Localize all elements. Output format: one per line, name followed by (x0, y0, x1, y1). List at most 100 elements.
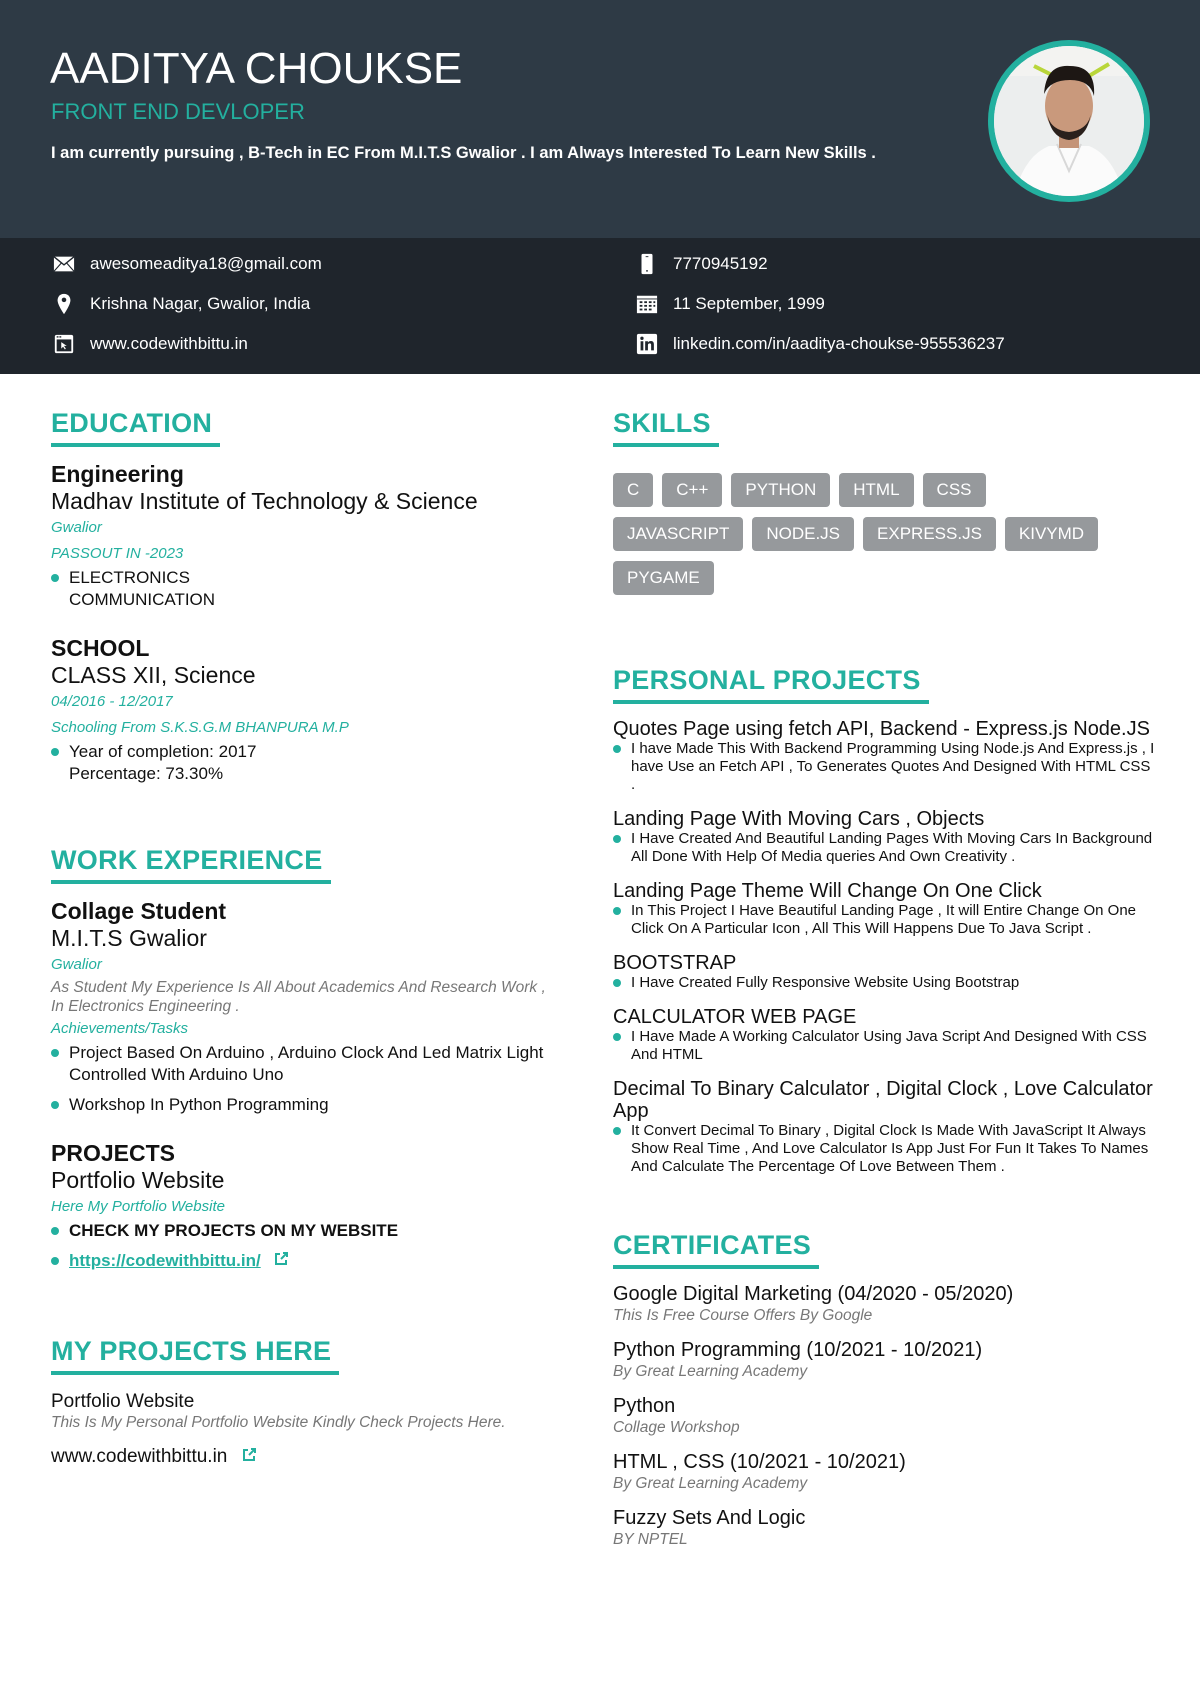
phone-icon (635, 253, 659, 275)
skill-tag: KIVYMD (1004, 517, 1099, 551)
browser-icon (52, 333, 76, 355)
project-item: Landing Page Theme Will Change On One Cl… (613, 880, 1158, 938)
certificates-section: CERTIFICATES Google Digital Marketing (0… (613, 1176, 1158, 1549)
my-projects-section: MY PROJECTS HERE Portfolio Website This … (51, 1272, 551, 1468)
degree: Engineering (51, 461, 184, 487)
header: AADITYA CHOUKSE FRONT END DEVLOPER I am … (0, 0, 1200, 238)
skill-tag: C (613, 473, 654, 507)
certificates-list: Google Digital Marketing (04/2020 - 05/2… (613, 1283, 1158, 1549)
contact-phone[interactable]: 7770945192 (635, 253, 768, 275)
task-item: Workshop In Python Programming (51, 1094, 551, 1116)
work-entry: Collage Student M.I.T.S Gwalior Gwalior … (51, 898, 551, 1116)
skill-tag: NODE.JS (752, 517, 855, 551)
project-title: Landing Page Theme Will Change On One Cl… (613, 880, 1042, 902)
degree: SCHOOL (51, 635, 150, 661)
institution: CLASS XII, Science (51, 662, 256, 688)
project-link-row: www.codewithbittu.in (51, 1446, 551, 1468)
personal-projects-section: PERSONAL PROJECTS Quotes Page using fetc… (613, 605, 1158, 1176)
certificate-issuer: Collage Workshop (613, 1419, 740, 1436)
work-entry: PROJECTS Portfolio Website Here My Portf… (51, 1140, 551, 1272)
certificate-title: Python (613, 1395, 676, 1417)
person-photo-icon (994, 46, 1144, 196)
bullet-item: CHECK MY PROJECTS ON MY WEBSITE (51, 1220, 551, 1242)
project-title: Landing Page With Moving Cars , Objects (613, 808, 985, 830)
profile-photo (988, 40, 1150, 202)
project-description: I Have Created And Beautiful Landing Pag… (613, 830, 1158, 866)
project-item: BOOTSTRAP I Have Created Fully Responsiv… (613, 952, 1158, 992)
certificate-issuer: BY NPTEL (613, 1531, 688, 1548)
education-section: EDUCATION Engineering Madhav Institute o… (51, 374, 551, 785)
project-name: Portfolio Website (51, 1391, 195, 1412)
certificate-issuer: This Is Free Course Offers By Google (613, 1307, 873, 1324)
project-description: In This Project I Have Beautiful Landing… (613, 902, 1158, 938)
contact-location: Krishna Nagar, Gwalior, India (52, 293, 310, 315)
project-description: I have Made This With Backend Programmin… (613, 740, 1158, 794)
institution: Madhav Institute of Technology & Science (51, 488, 478, 514)
contact-email[interactable]: awesomeaditya18@gmail.com (52, 253, 322, 275)
envelope-icon (52, 253, 76, 275)
education-heading: EDUCATION (51, 408, 221, 447)
date: 04/2016 - 12/2017 (51, 693, 173, 710)
contact-bar: awesomeaditya18@gmail.com Krishna Nagar,… (0, 238, 1200, 374)
task-item: Project Based On Arduino , Arduino Clock… (51, 1042, 551, 1086)
project-description: It Convert Decimal To Binary , Digital C… (613, 1122, 1158, 1176)
candidate-name: AADITYA CHOUKSE (50, 44, 463, 93)
contact-website[interactable]: www.codewithbittu.in (52, 333, 248, 355)
bullet-item: Year of completion: 2017 Percentage: 73.… (51, 741, 551, 785)
note: Schooling From S.K.S.G.M BHANPURA M.P (51, 719, 349, 736)
project-item: CALCULATOR WEB PAGE I Have Made A Workin… (613, 1006, 1158, 1064)
map-pin-icon (52, 293, 76, 315)
project-description: This Is My Personal Portfolio Website Ki… (51, 1414, 506, 1431)
project-item: Landing Page With Moving Cars , Objects … (613, 808, 1158, 866)
left-column: EDUCATION Engineering Madhav Institute o… (51, 374, 551, 1468)
birthdate-text: 11 September, 1999 (673, 294, 825, 313)
certificate-issuer: By Great Learning Academy (613, 1363, 808, 1380)
project-description: I Have Made A Working Calculator Using J… (613, 1028, 1158, 1064)
personal-projects-heading: PERSONAL PROJECTS (613, 665, 929, 704)
location: Gwalior (51, 956, 102, 973)
certificate-item: Python Collage Workshop (613, 1395, 1158, 1437)
work-section: WORK EXPERIENCE Collage Student M.I.T.S … (51, 785, 551, 1272)
right-column: SKILLS C C++ PYTHON HTML CSS JAVASCRIPT … (613, 374, 1158, 1549)
location: Gwalior (51, 519, 102, 536)
date: PASSOUT IN -2023 (51, 545, 184, 562)
my-projects-heading: MY PROJECTS HERE (51, 1336, 340, 1375)
skill-tag: HTML (839, 473, 914, 507)
certificate-title: Python Programming (10/2021 - 10/2021) (613, 1339, 983, 1361)
location-text: Krishna Nagar, Gwalior, India (90, 294, 311, 313)
bullet-item: ELECTRONICS COMMUNICATION (51, 567, 551, 611)
contact-birthdate: 11 September, 1999 (635, 293, 825, 315)
organization: Portfolio Website (51, 1167, 225, 1193)
candidate-role: FRONT END DEVLOPER (51, 99, 305, 124)
skills-section: SKILLS C C++ PYTHON HTML CSS JAVASCRIPT … (613, 374, 1158, 605)
role: PROJECTS (51, 1140, 175, 1166)
summary: I am currently pursuing , B-Tech in EC F… (51, 144, 876, 162)
education-entry: Engineering Madhav Institute of Technolo… (51, 461, 551, 611)
contact-linkedin[interactable]: linkedin.com/in/aaditya-choukse-95553623… (635, 333, 1005, 355)
portfolio-link[interactable]: https://codewithbittu.in/ (69, 1251, 261, 1270)
skills-heading: SKILLS (613, 408, 719, 447)
certificate-item: Python Programming (10/2021 - 10/2021) B… (613, 1339, 1158, 1381)
certificate-item: Google Digital Marketing (04/2020 - 05/2… (613, 1283, 1158, 1325)
project-description: I Have Created Fully Responsive Website … (613, 974, 1158, 992)
certificate-item: Fuzzy Sets And Logic BY NPTEL (613, 1507, 1158, 1549)
linkedin-icon (635, 333, 659, 355)
description: As Student My Experience Is All About Ac… (51, 979, 546, 1015)
skill-tag: C++ (662, 473, 723, 507)
external-link-icon[interactable] (273, 1251, 289, 1267)
project-title: Decimal To Binary Calculator , Digital C… (613, 1078, 1153, 1122)
external-link-icon[interactable] (241, 1447, 257, 1463)
certificates-heading: CERTIFICATES (613, 1230, 820, 1269)
skills-list: C C++ PYTHON HTML CSS JAVASCRIPT NODE.JS… (613, 473, 1133, 605)
certificate-item: HTML , CSS (10/2021 - 10/2021) By Great … (613, 1451, 1158, 1493)
project-link[interactable]: www.codewithbittu.in (51, 1446, 227, 1467)
skill-tag: EXPRESS.JS (863, 517, 996, 551)
tasks-label: Achievements/Tasks (51, 1020, 189, 1037)
website-text: www.codewithbittu.in (90, 334, 248, 353)
location: Here My Portfolio Website (51, 1198, 225, 1215)
certificate-title: Google Digital Marketing (04/2020 - 05/2… (613, 1283, 1014, 1305)
link-item: https://codewithbittu.in/ (51, 1250, 551, 1272)
role: Collage Student (51, 898, 227, 924)
certificate-issuer: By Great Learning Academy (613, 1475, 808, 1492)
skill-tag: JAVASCRIPT (613, 517, 744, 551)
